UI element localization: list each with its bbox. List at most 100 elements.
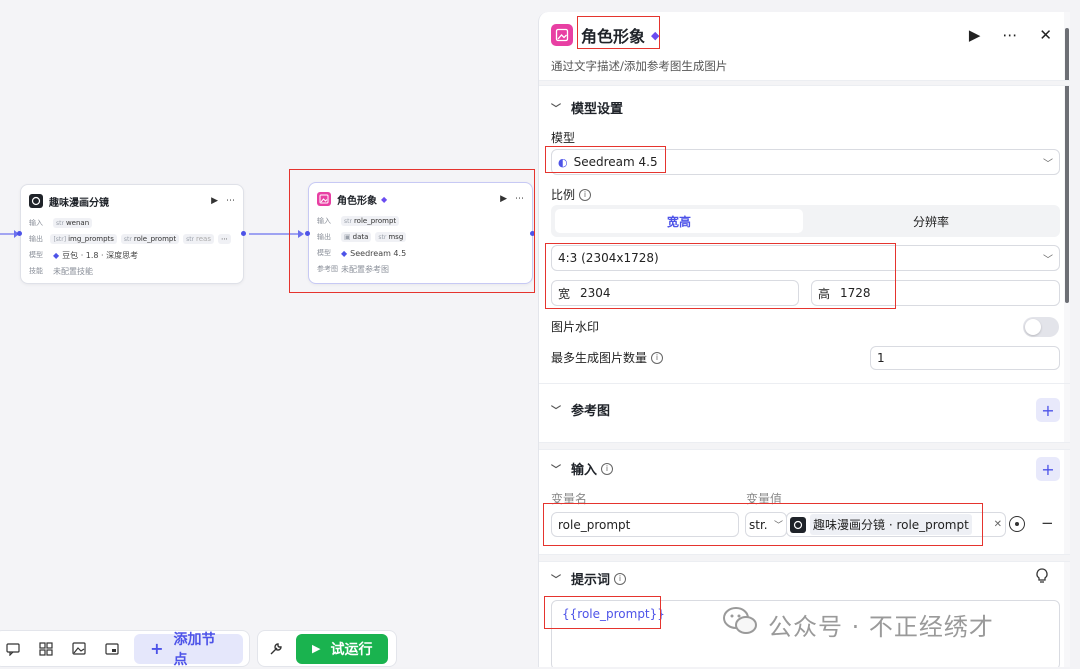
- more-icon[interactable]: ⋯: [226, 196, 235, 206]
- max-count-input[interactable]: 1: [870, 346, 1060, 370]
- output-port[interactable]: [530, 231, 535, 236]
- watermark-text: 公众号 · 不正经绣才: [768, 612, 994, 641]
- info-icon[interactable]: i: [651, 351, 664, 364]
- var-ref-value: 趣味漫画分镜 · role_prompt: [810, 514, 972, 535]
- ref-label: 参考图: [317, 265, 338, 273]
- remove-input-icon[interactable]: −: [1041, 514, 1054, 532]
- grid-icon[interactable]: [34, 637, 57, 661]
- width-value: 2304: [580, 286, 611, 300]
- model-select[interactable]: ◐ Seedream 4.5 ﹀: [551, 149, 1060, 175]
- scrollbar[interactable]: [1064, 12, 1070, 667]
- model-label: 模型: [317, 249, 331, 257]
- panel-header: 角色形象 ◆ ▶ ⋯ ✕: [551, 22, 1052, 48]
- llm-node-icon: [790, 516, 806, 533]
- section-title: 输入: [571, 463, 598, 478]
- panel-title[interactable]: 角色形象: [581, 23, 645, 47]
- divider: [539, 80, 1070, 86]
- chevron-down-icon: ﹀: [1043, 254, 1053, 266]
- max-count-label: 最多生成图片数量: [551, 351, 648, 365]
- height-field[interactable]: 高 1728: [811, 280, 1060, 306]
- ref-value: 未配置参考图: [341, 264, 389, 274]
- output-label: 输出: [29, 235, 43, 243]
- image-gen-icon: [551, 24, 573, 46]
- chevron-down-icon: ﹀: [551, 575, 561, 586]
- wechat-icon: [722, 606, 758, 642]
- info-icon[interactable]: i: [614, 572, 627, 585]
- prompt-section[interactable]: ﹀ 提示词 i: [551, 569, 627, 588]
- max-count-value: 1: [877, 351, 885, 365]
- more-icon[interactable]: ⋯: [515, 194, 524, 204]
- output-port[interactable]: [241, 231, 246, 236]
- panel-description: 通过文字描述/添加参考图生成图片: [551, 59, 728, 73]
- chevron-down-icon: ﹀: [773, 521, 783, 531]
- input-section[interactable]: ﹀ 输入 i: [551, 459, 614, 478]
- ratio-select[interactable]: 4:3 (2304x1728) ﹀: [551, 245, 1060, 271]
- node-comic-storyboard[interactable]: 趣味漫画分镜 ▶ ⋯ 输入 str wenan 输出 [str] img_promp…: [20, 184, 244, 284]
- doubao-icon: ◆: [53, 250, 60, 260]
- tab-resolution[interactable]: 分辨率: [807, 209, 1055, 233]
- wrench-icon[interactable]: [264, 637, 288, 661]
- ratio-label-row: 比例 i: [551, 186, 592, 203]
- comment-icon[interactable]: [1, 637, 24, 661]
- premium-gem-icon: ◆: [381, 194, 388, 204]
- more-icon[interactable]: ⋯: [1002, 26, 1017, 44]
- clear-icon[interactable]: ✕: [994, 519, 1002, 530]
- output-chip: str role_prompt: [120, 234, 180, 244]
- var-name-input[interactable]: role_prompt: [551, 512, 739, 537]
- run-icon[interactable]: ▶: [969, 26, 981, 44]
- add-input-button[interactable]: +: [1036, 457, 1060, 481]
- image-icon[interactable]: [68, 637, 91, 661]
- input-port[interactable]: [305, 231, 310, 236]
- model-value: 豆包 · 1.8 · 深度思考: [62, 250, 139, 260]
- chevron-down-icon: ﹀: [551, 465, 561, 476]
- input-port[interactable]: [17, 231, 22, 236]
- tab-width-height[interactable]: 宽高: [555, 209, 803, 233]
- info-icon[interactable]: i: [579, 188, 592, 201]
- target-icon[interactable]: [1009, 516, 1025, 532]
- ratio-value: 4:3 (2304x1728): [558, 251, 659, 265]
- add-reference-button[interactable]: +: [1036, 398, 1060, 422]
- run-node-icon[interactable]: ▶: [211, 196, 218, 206]
- connection-lines: [0, 230, 304, 238]
- info-icon[interactable]: i: [601, 462, 614, 475]
- output-chip: ▣ data: [341, 232, 372, 242]
- divider: [539, 383, 1070, 384]
- run-node-icon[interactable]: ▶: [500, 194, 507, 204]
- var-ref-field[interactable]: 趣味漫画分镜 · role_prompt ✕: [786, 512, 1006, 537]
- chevron-down-icon: ﹀: [551, 406, 561, 417]
- close-icon[interactable]: ✕: [1039, 26, 1052, 44]
- model-value: Seedream 4.5: [350, 248, 407, 258]
- model-settings-section[interactable]: ﹀ 模型设置: [551, 98, 623, 117]
- node-title: 角色形象: [337, 195, 377, 207]
- add-node-label: 添加节点: [173, 631, 216, 668]
- ratio-mode-tabs: 宽高 分辨率: [551, 205, 1060, 237]
- input-label: 输入: [317, 217, 331, 225]
- watermark-toggle[interactable]: [1023, 317, 1059, 337]
- input-chip: str wenan: [53, 218, 93, 228]
- wechat-watermark: 公众号 · 不正经绣才: [722, 606, 994, 642]
- test-run-button[interactable]: ▶ 试运行: [296, 633, 389, 664]
- play-icon: ▶: [312, 642, 321, 655]
- section-title: 提示词: [571, 573, 611, 588]
- width-label: 宽: [558, 286, 571, 301]
- add-node-button[interactable]: + 添加节点: [134, 632, 244, 668]
- input-chip: str role_prompt: [341, 216, 400, 226]
- reference-image-section[interactable]: ﹀ 参考图: [551, 400, 610, 419]
- var-type-select[interactable]: str. ﹀: [745, 512, 787, 537]
- more-outputs-icon[interactable]: ⋯: [218, 234, 231, 244]
- minimap-icon[interactable]: [101, 637, 124, 661]
- node-role-image[interactable]: 角色形象 ◆ ▶ ⋯ 输入 str role_prompt 输出 ▣ data st…: [308, 182, 533, 284]
- skill-label: 技能: [29, 267, 43, 275]
- prompt-value: {{role_prompt}}: [562, 607, 665, 621]
- output-chip: str reas: [183, 234, 214, 244]
- seedream-icon: ◆: [341, 248, 348, 258]
- width-field[interactable]: 宽 2304: [551, 280, 799, 306]
- var-name-header: 变量名: [551, 492, 588, 506]
- model-value: Seedream 4.5: [573, 155, 658, 169]
- output-chip: [str] img_prompts: [50, 234, 117, 244]
- model-label: 模型: [551, 131, 576, 145]
- divider: [539, 442, 1070, 450]
- input-label: 输入: [29, 219, 43, 227]
- workflow-canvas[interactable]: 趣味漫画分镜 ▶ ⋯ 输入 str wenan 输出 [str] img_promp…: [0, 0, 540, 668]
- lightbulb-icon[interactable]: [1035, 568, 1049, 587]
